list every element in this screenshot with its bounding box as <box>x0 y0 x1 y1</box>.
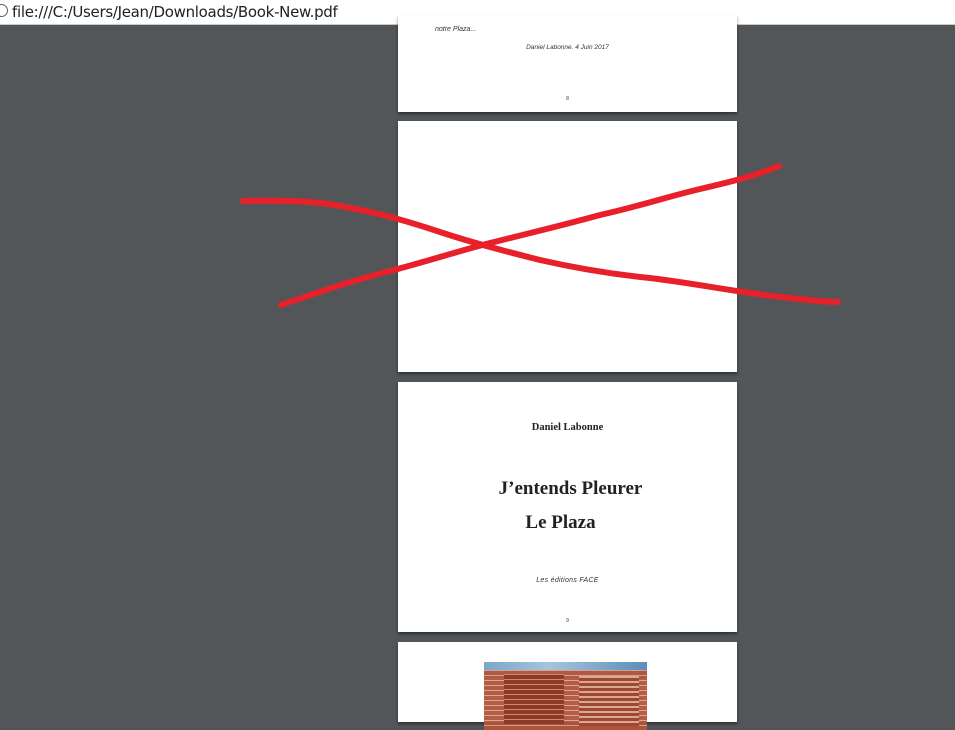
pdf-page-9: Daniel Labonne J’entends Pleurer Le Plaz… <box>398 382 737 632</box>
book-author: Daniel Labonne <box>531 422 604 433</box>
book-publisher: Les éditions FACE <box>536 577 599 584</box>
photo-brick-shadow <box>504 674 564 724</box>
pdf-page-blank <box>398 121 737 372</box>
page-number: 8 <box>566 96 569 102</box>
book-title-line-2: Le Plaza <box>525 512 596 533</box>
page-number: 9 <box>566 618 569 624</box>
pdf-viewer[interactable]: notre Plaza... Daniel Labonne. 4 Juin 20… <box>0 15 955 730</box>
photo-brick-right <box>579 676 639 726</box>
cover-photo <box>484 662 647 730</box>
pdf-page-8: notre Plaza... Daniel Labonne. 4 Juin 20… <box>398 15 737 112</box>
page-signature: Daniel Labonne. 4 Juin 2017 <box>526 44 609 51</box>
url-text[interactable]: file:///C:/Users/Jean/Downloads/Book-New… <box>12 3 338 21</box>
book-title-line-1: J’entends Pleurer <box>498 478 643 499</box>
page-excerpt: notre Plaza... <box>435 26 477 33</box>
info-icon[interactable] <box>0 4 8 17</box>
pdf-page-10 <box>398 642 737 730</box>
